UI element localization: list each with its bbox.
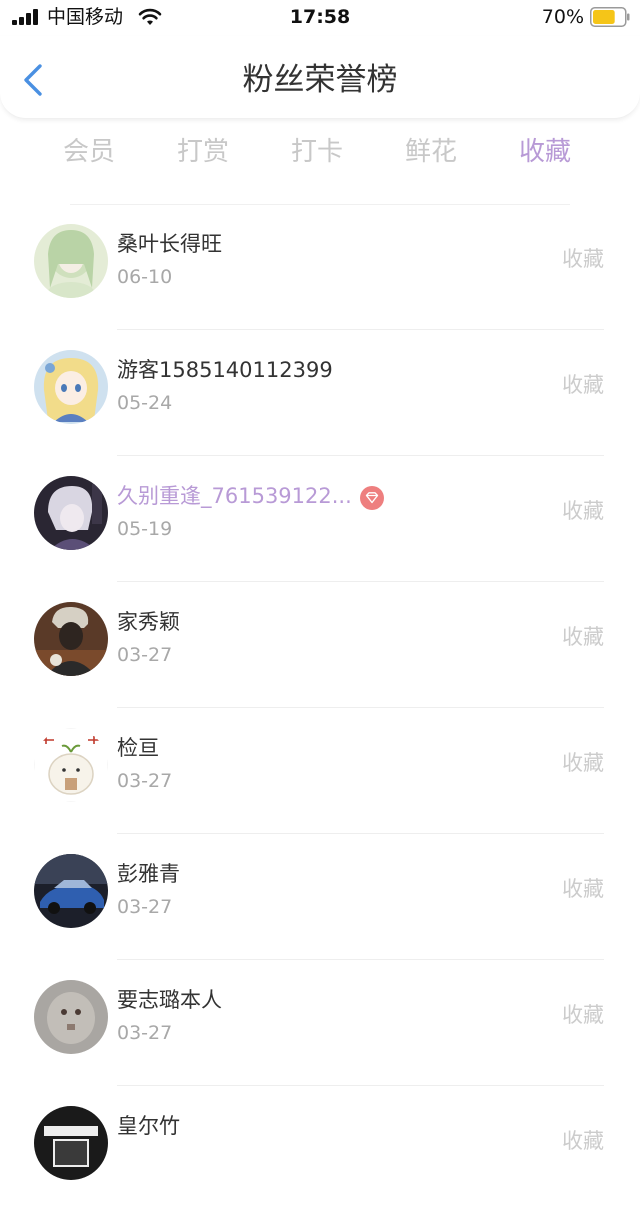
list-item[interactable]: 要志璐本人 03-27 收藏 [0, 960, 640, 1086]
list-item[interactable]: 家秀颖 03-27 收藏 [0, 582, 640, 708]
avatar [34, 1106, 108, 1180]
fan-action: 收藏 [562, 247, 604, 271]
fan-name: 要志璐本人 [117, 988, 222, 1012]
fan-action: 收藏 [562, 877, 604, 901]
fan-date: 03-27 [117, 896, 173, 918]
status-bar: 中国移动 17:58 70% [0, 0, 640, 36]
avatar [34, 980, 108, 1054]
tab-membership[interactable]: 会员 [32, 128, 146, 176]
fan-name: 彭雅青 [117, 862, 180, 886]
fan-date: 05-19 [117, 518, 173, 540]
fan-date: 05-24 [117, 392, 173, 414]
fan-action: 收藏 [562, 499, 604, 523]
tab-tipping[interactable]: 打赏 [146, 128, 260, 176]
fan-action: 收藏 [562, 751, 604, 775]
list-item[interactable]: 桑叶长得旺 06-10 收藏 [0, 204, 640, 330]
avatar [34, 602, 108, 676]
fan-name: 桑叶长得旺 [117, 232, 222, 256]
list-item[interactable]: 皇尔竹 收藏 [0, 1086, 640, 1212]
fan-name: 家秀颖 [117, 610, 180, 634]
battery-icon [590, 7, 630, 27]
page-title: 粉丝荣誉榜 [242, 62, 398, 98]
fan-action: 收藏 [562, 625, 604, 649]
tab-flowers[interactable]: 鲜花 [374, 128, 488, 176]
battery-percentage: 70% [541, 6, 584, 28]
list-item[interactable]: 彭雅青 03-27 收藏 [0, 834, 640, 960]
fan-date: 03-27 [117, 644, 173, 666]
avatar [34, 224, 108, 298]
vip-diamond-icon [360, 486, 384, 510]
list-item[interactable]: 久别重逢_761539122... 05-19 收藏 [0, 456, 640, 582]
fan-action: 收藏 [562, 1003, 604, 1027]
fan-date: 06-10 [117, 266, 173, 288]
fan-name: 久别重逢_761539122... [117, 484, 352, 508]
avatar [34, 350, 108, 424]
fan-action: 收藏 [562, 373, 604, 397]
fan-name: 检亘 [117, 736, 159, 760]
tab-favorites[interactable]: 收藏 [488, 128, 602, 176]
fan-action: 收藏 [562, 1129, 604, 1153]
list-item[interactable]: 游客1585140112399 05-24 收藏 [0, 330, 640, 456]
tab-bar: 会员 打赏 打卡 鲜花 收藏 [32, 128, 604, 176]
list-item[interactable]: 检亘 03-27 收藏 [0, 708, 640, 834]
tab-check-in[interactable]: 打卡 [260, 128, 374, 176]
avatar [34, 854, 108, 928]
nav-header: 粉丝荣誉榜 [0, 36, 640, 119]
avatar [34, 476, 108, 550]
fan-date: 03-27 [117, 770, 173, 792]
fan-date: 03-27 [117, 1022, 173, 1044]
avatar [34, 728, 108, 802]
fan-name: 皇尔竹 [117, 1114, 180, 1138]
fan-name: 游客1585140112399 [117, 358, 333, 382]
